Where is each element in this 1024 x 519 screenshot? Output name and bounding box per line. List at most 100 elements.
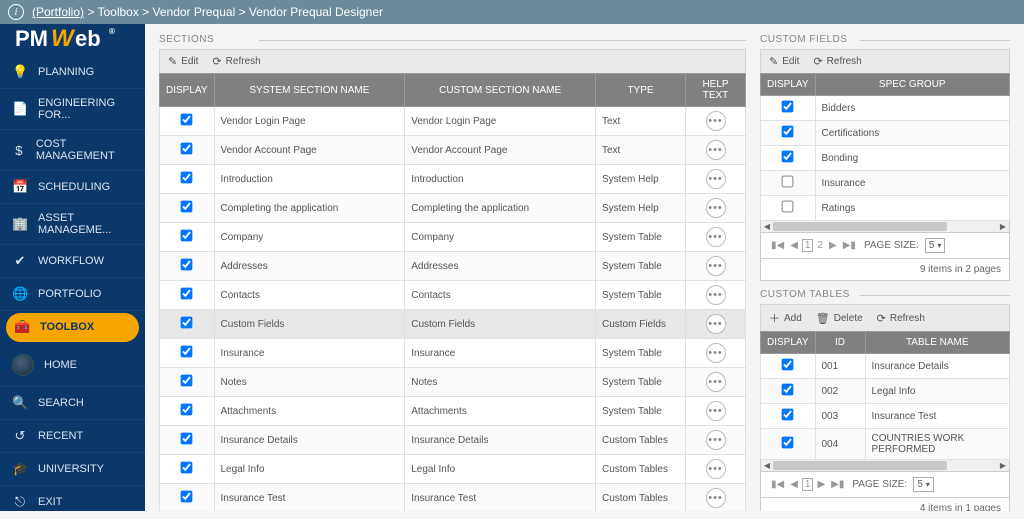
col-help-text[interactable]: HELP TEXT xyxy=(686,74,746,107)
col-table-name[interactable]: TABLE NAME xyxy=(865,332,1010,354)
display-checkbox[interactable] xyxy=(782,201,794,213)
table-row[interactable]: 001Insurance Details xyxy=(761,354,1010,379)
table-row[interactable]: 004COUNTRIES WORK PERFORMED xyxy=(761,429,1010,460)
sidebar-university[interactable]: 🎓UNIVERSITY xyxy=(0,453,145,486)
table-row[interactable]: Insurance xyxy=(761,171,1010,196)
table-row[interactable]: NotesNotesSystem Table••• xyxy=(160,368,746,397)
table-row[interactable]: Insurance TestInsurance TestCustom Table… xyxy=(160,484,746,512)
pager-page[interactable]: 1 xyxy=(802,478,814,491)
display-checkbox[interactable] xyxy=(181,317,193,329)
add-button[interactable]: ＋Add xyxy=(769,310,802,326)
sidebar-item-cost-management[interactable]: $COST MANAGEMENT xyxy=(0,130,145,171)
more-button[interactable]: ••• xyxy=(706,227,726,247)
display-checkbox[interactable] xyxy=(181,259,193,271)
display-checkbox[interactable] xyxy=(782,409,794,421)
display-checkbox[interactable] xyxy=(181,288,193,300)
pager-first[interactable]: ▮◀ xyxy=(769,240,786,251)
sidebar-item-portfolio[interactable]: 🌐PORTFOLIO xyxy=(0,278,145,311)
display-checkbox[interactable] xyxy=(181,433,193,445)
more-button[interactable]: ••• xyxy=(706,401,726,421)
more-button[interactable]: ••• xyxy=(706,488,726,508)
table-row[interactable]: AttachmentsAttachmentsSystem Table••• xyxy=(160,397,746,426)
table-row[interactable]: Bonding xyxy=(761,146,1010,171)
col-id[interactable]: ID xyxy=(815,332,865,354)
more-button[interactable]: ••• xyxy=(706,343,726,363)
sidebar-search[interactable]: 🔍SEARCH xyxy=(0,387,145,420)
pager-prev[interactable]: ◀ xyxy=(788,240,800,251)
more-button[interactable]: ••• xyxy=(706,314,726,334)
col-system-name[interactable]: SYSTEM SECTION NAME xyxy=(214,74,405,107)
info-icon[interactable]: i xyxy=(8,4,24,20)
sidebar-item-workflow[interactable]: ✔WORKFLOW xyxy=(0,245,145,278)
pager-last[interactable]: ▶▮ xyxy=(829,479,846,490)
display-checkbox[interactable] xyxy=(181,114,193,126)
table-row[interactable]: Insurance DetailsInsurance DetailsCustom… xyxy=(160,426,746,455)
sidebar-home[interactable]: HOME xyxy=(0,344,145,387)
pager-next[interactable]: ▶ xyxy=(827,240,839,251)
col-spec-group[interactable]: SPEC GROUP xyxy=(815,74,1010,96)
table-row[interactable]: Vendor Account PageVendor Account PageTe… xyxy=(160,136,746,165)
table-row[interactable]: Completing the applicationCompleting the… xyxy=(160,194,746,223)
display-checkbox[interactable] xyxy=(782,151,794,163)
sidebar-item-planning[interactable]: 💡PLANNING xyxy=(0,56,145,89)
table-row[interactable]: AddressesAddressesSystem Table••• xyxy=(160,252,746,281)
pager-prev[interactable]: ◀ xyxy=(788,479,800,490)
col-display[interactable]: DISPLAY xyxy=(160,74,215,107)
app-logo[interactable]: PMWeb® xyxy=(0,24,145,56)
sidebar-recent[interactable]: ↺RECENT xyxy=(0,420,145,453)
sidebar-item-engineering-for-[interactable]: 📄ENGINEERING FOR... xyxy=(0,89,145,130)
sidebar-item-toolbox[interactable]: 🧰TOOLBOX xyxy=(6,313,139,342)
more-button[interactable]: ••• xyxy=(706,285,726,305)
pager-next[interactable]: ▶ xyxy=(815,479,827,490)
refresh-button[interactable]: ⟳Refresh xyxy=(813,55,861,68)
page-size-select[interactable]: 5 xyxy=(913,477,934,492)
refresh-button[interactable]: ⟳Refresh xyxy=(877,312,925,325)
display-checkbox[interactable] xyxy=(181,491,193,503)
more-button[interactable]: ••• xyxy=(706,256,726,276)
display-checkbox[interactable] xyxy=(782,101,794,113)
col-display[interactable]: DISPLAY xyxy=(761,74,816,96)
delete-button[interactable]: 🗑Delete xyxy=(816,312,863,325)
table-row[interactable]: InsuranceInsuranceSystem Table••• xyxy=(160,339,746,368)
table-row[interactable]: Ratings xyxy=(761,196,1010,221)
more-button[interactable]: ••• xyxy=(706,430,726,450)
table-row[interactable]: Vendor Login PageVendor Login PageText••… xyxy=(160,107,746,136)
sidebar-exit[interactable]: ⎋EXIT xyxy=(0,486,145,519)
display-checkbox[interactable] xyxy=(782,176,794,188)
table-row[interactable]: Bidders xyxy=(761,96,1010,121)
table-row[interactable]: Legal InfoLegal InfoCustom Tables••• xyxy=(160,455,746,484)
pager-last[interactable]: ▶▮ xyxy=(841,240,858,251)
more-button[interactable]: ••• xyxy=(706,372,726,392)
col-type[interactable]: TYPE xyxy=(596,74,686,107)
breadcrumb-portfolio[interactable]: (Portfolio) xyxy=(32,5,84,19)
more-button[interactable]: ••• xyxy=(706,140,726,160)
display-checkbox[interactable] xyxy=(782,437,794,449)
edit-button[interactable]: ✎Edit xyxy=(769,55,799,68)
display-checkbox[interactable] xyxy=(181,230,193,242)
table-row[interactable]: IntroductionIntroductionSystem Help••• xyxy=(160,165,746,194)
display-checkbox[interactable] xyxy=(181,346,193,358)
refresh-button[interactable]: ⟳Refresh xyxy=(212,55,260,68)
display-checkbox[interactable] xyxy=(181,375,193,387)
display-checkbox[interactable] xyxy=(181,172,193,184)
more-button[interactable]: ••• xyxy=(706,111,726,131)
col-display[interactable]: DISPLAY xyxy=(761,332,816,354)
table-row[interactable]: 002Legal Info xyxy=(761,379,1010,404)
table-row[interactable]: CompanyCompanySystem Table••• xyxy=(160,223,746,252)
pager-page-1[interactable]: 1 xyxy=(802,239,814,252)
pager-page-2[interactable]: 2 xyxy=(815,240,825,251)
display-checkbox[interactable] xyxy=(181,462,193,474)
display-checkbox[interactable] xyxy=(181,404,193,416)
display-checkbox[interactable] xyxy=(181,201,193,213)
table-row[interactable]: Certifications xyxy=(761,121,1010,146)
more-button[interactable]: ••• xyxy=(706,169,726,189)
display-checkbox[interactable] xyxy=(782,384,794,396)
display-checkbox[interactable] xyxy=(782,126,794,138)
more-button[interactable]: ••• xyxy=(706,198,726,218)
h-scrollbar[interactable]: ◀▶ xyxy=(760,460,1010,472)
table-row[interactable]: ContactsContactsSystem Table••• xyxy=(160,281,746,310)
col-custom-name[interactable]: CUSTOM SECTION NAME xyxy=(405,74,596,107)
display-checkbox[interactable] xyxy=(181,143,193,155)
sidebar-item-scheduling[interactable]: 📅SCHEDULING xyxy=(0,171,145,204)
edit-button[interactable]: ✎Edit xyxy=(168,55,198,68)
